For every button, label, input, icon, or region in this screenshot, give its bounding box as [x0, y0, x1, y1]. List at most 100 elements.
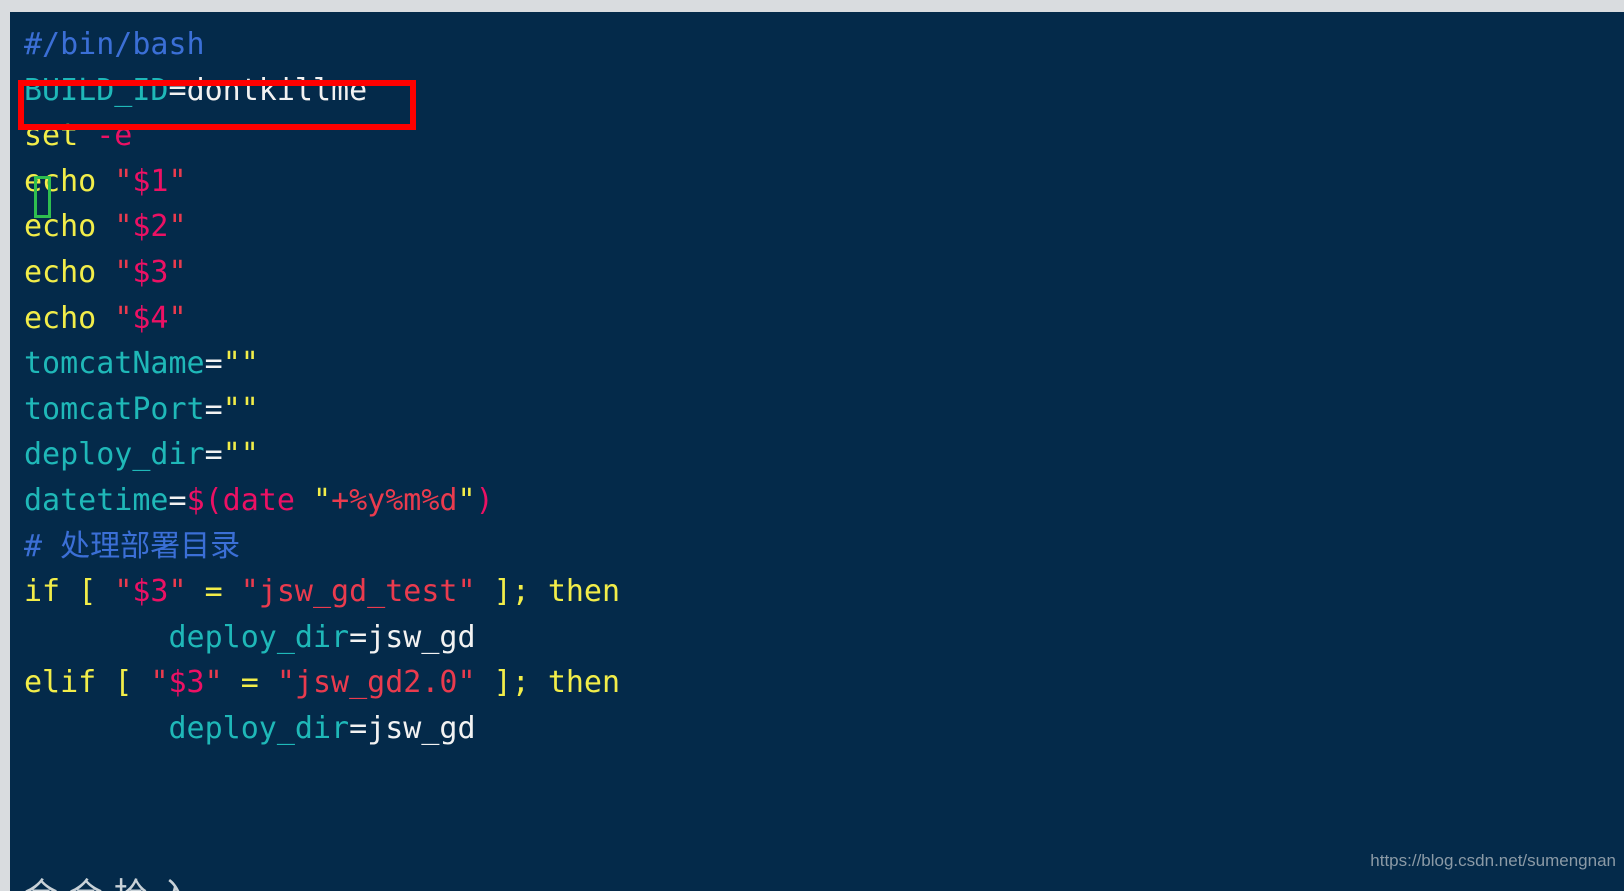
code-token: ": [313, 482, 332, 518]
code-token: ;: [511, 665, 530, 701]
code-token: =: [349, 619, 368, 655]
code-token: ": [457, 482, 476, 518]
code-token: ": [150, 665, 169, 701]
code-token: [: [78, 574, 97, 610]
code-line[interactable]: set -e: [24, 113, 1624, 159]
code-token: $3: [168, 665, 205, 701]
screenshot-root: #/bin/bash BUILD_ID=dontkillme set -e echo …: [0, 0, 1624, 891]
code-token: $2: [132, 209, 169, 245]
code-token: =: [168, 482, 187, 518]
code-line[interactable]: echo "$2": [24, 204, 1624, 250]
watermark-url: https://blog.csdn.net/sumengnan: [1370, 851, 1616, 870]
code-token: ": [114, 209, 133, 245]
code-token: [: [114, 665, 133, 701]
code-token: $1: [132, 163, 169, 199]
code-token: "": [222, 346, 259, 382]
code-token: #/bin/bash: [24, 27, 205, 62]
code-token: dontkillme: [186, 72, 368, 108]
code-token: ]: [493, 574, 512, 610]
code-line[interactable]: deploy_dir=jsw_gd: [24, 615, 1624, 661]
code-editor-surface[interactable]: #/bin/bash BUILD_ID=dontkillme set -e echo …: [10, 12, 1624, 891]
code-token: ": [168, 254, 187, 290]
code-token: ": [168, 574, 187, 610]
code-token: $(date: [186, 482, 295, 518]
code-token: =: [349, 710, 368, 746]
code-token: ": [168, 300, 187, 336]
code-line[interactable]: elif [ "$3" = "jsw_gd2.0" ]; then: [24, 660, 1624, 706]
code-token: datetime: [24, 482, 169, 518]
code-line[interactable]: BUILD_ID=dontkillme: [24, 68, 1624, 114]
code-token: =: [204, 346, 223, 382]
code-token: =: [168, 72, 187, 108]
code-line[interactable]: deploy_dir=jsw_gd: [24, 706, 1624, 752]
code-token: echo: [24, 209, 97, 245]
code-line[interactable]: echo "$4": [24, 296, 1624, 342]
code-token: ): [475, 482, 494, 518]
code-token: if: [24, 574, 61, 610]
code-token: ": [168, 163, 187, 199]
code-token: deploy_dir: [168, 710, 350, 746]
code-token: echo: [24, 163, 97, 199]
code-token: =: [240, 665, 259, 701]
code-token: =: [204, 437, 223, 473]
code-token: ": [114, 574, 133, 610]
code-line[interactable]: #/bin/bash: [24, 22, 1624, 68]
code-token: tomcatPort: [24, 391, 205, 427]
code-token: # 处理部署目录: [24, 528, 241, 564]
code-line[interactable]: # 处理部署目录: [24, 524, 1624, 570]
code-line[interactable]: if [ "$3" = "jsw_gd_test" ]; then: [24, 569, 1624, 615]
code-token: elif: [24, 665, 97, 701]
code-token: echo: [24, 254, 97, 290]
code-line[interactable]: tomcatPort="": [24, 387, 1624, 433]
code-token: deploy_dir: [168, 619, 350, 655]
code-token: $3: [132, 254, 169, 290]
code-lines-container[interactable]: #/bin/bash BUILD_ID=dontkillme set -e echo …: [24, 22, 1624, 891]
code-token: ;: [511, 574, 530, 610]
code-token: tomcatName: [24, 346, 205, 382]
code-token: jsw_gd: [367, 619, 476, 655]
code-line[interactable]: deploy_dir="": [24, 432, 1624, 478]
code-line[interactable]: datetime=$(date "+%y%m%d"): [24, 478, 1624, 524]
code-token: then: [547, 574, 621, 610]
code-token: "jsw_gd2.0": [276, 665, 476, 701]
code-token: ]: [493, 665, 512, 701]
code-line[interactable]: tomcatName="": [24, 341, 1624, 387]
code-line[interactable]: echo "$3": [24, 250, 1624, 296]
code-token: ": [114, 254, 133, 290]
code-token: jsw_gd: [367, 710, 476, 746]
code-token: ": [114, 163, 133, 199]
code-token: set: [24, 118, 79, 154]
code-token: echo: [24, 300, 97, 336]
code-line[interactable]: echo "$1": [24, 159, 1624, 205]
code-token: then: [547, 665, 621, 701]
bottom-clipped-text: 合 合 拾 入: [24, 868, 192, 891]
code-token: BUILD_ID: [24, 72, 169, 108]
code-token: $3: [132, 574, 169, 610]
code-token: =: [204, 391, 223, 427]
code-token: ": [114, 300, 133, 336]
code-token: ": [168, 209, 187, 245]
code-token: ": [204, 665, 223, 701]
code-token: "jsw_gd_test": [240, 574, 476, 610]
code-token: $4: [132, 300, 169, 336]
